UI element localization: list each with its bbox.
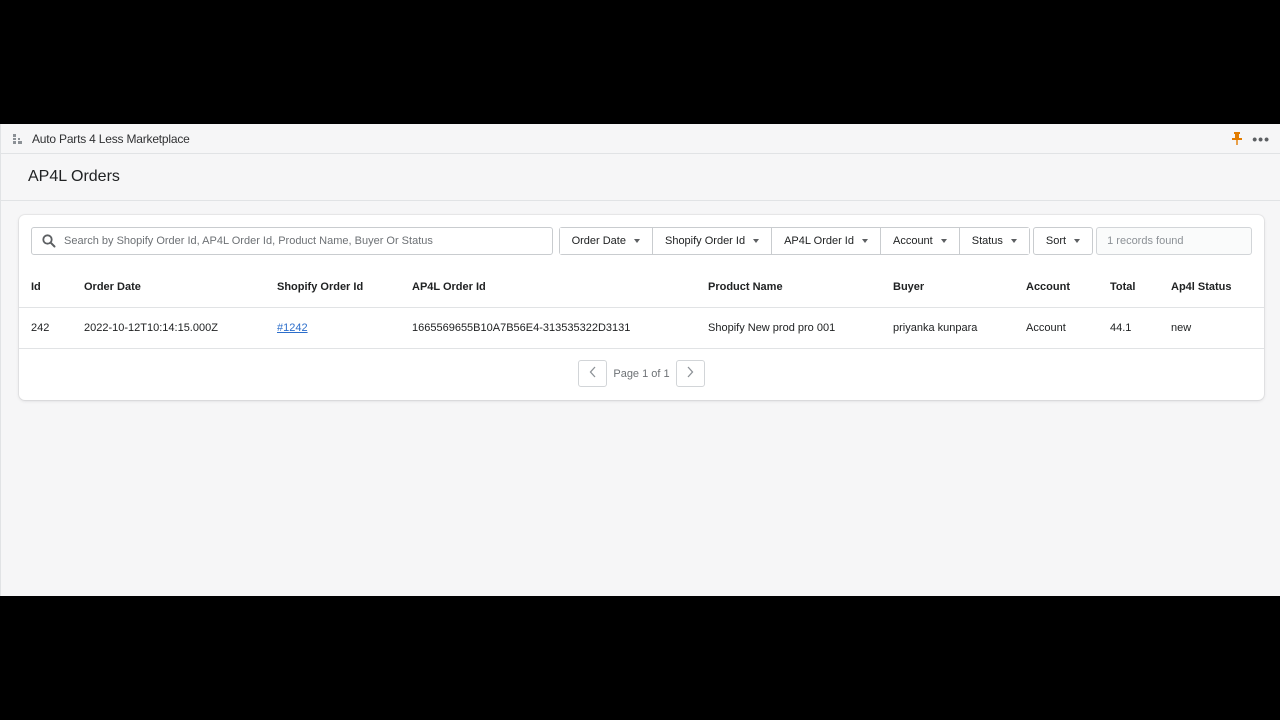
filter-bar: Order Date Shopify Order Id AP4L Order I… (31, 227, 1252, 255)
caret-down-icon (861, 239, 868, 243)
table-row: 242 2022-10-12T10:14:15.000Z #1242 16655… (19, 307, 1264, 349)
button-label: Sort (1045, 235, 1067, 247)
column-header-ap4l-status: Ap4l Status (1171, 267, 1264, 308)
column-header-shopify-order-id: Shopify Order Id (277, 267, 412, 308)
cell-total: 44.1 (1110, 307, 1171, 349)
caret-down-icon (633, 239, 640, 243)
cell-shopify-order-id: #1242 (277, 307, 412, 349)
button-label: Status (971, 235, 1003, 247)
page-header: AP4L Orders (1, 154, 1280, 201)
sort-button[interactable]: Sort (1032, 227, 1094, 255)
filter-button-group: Order Date Shopify Order Id AP4L Order I… (558, 227, 1030, 255)
column-header-ap4l-order-id: AP4L Order Id (412, 267, 708, 308)
records-found: 1 records found (1096, 227, 1252, 255)
orders-card: Order Date Shopify Order Id AP4L Order I… (19, 215, 1264, 400)
column-header-product-name: Product Name (708, 267, 893, 308)
next-page-button[interactable] (675, 360, 705, 387)
table-header-row: Id Order Date Shopify Order Id AP4L Orde… (19, 267, 1264, 308)
cell-product-name: Shopify New prod pro 001 (708, 307, 893, 349)
cell-buyer: priyanka kunpara (893, 307, 1026, 349)
button-label: AP4L Order Id (784, 235, 854, 247)
chevron-left-icon (589, 365, 597, 383)
app-title: Auto Parts 4 Less Marketplace (32, 131, 190, 146)
search-field[interactable] (31, 227, 553, 255)
caret-down-icon (1010, 239, 1017, 243)
page-indicator: Page 1 of 1 (613, 367, 670, 380)
column-header-id: Id (19, 267, 84, 308)
cell-ap4l-order-id: 1665569655B10A7B56E4-313535322D3131 (412, 307, 708, 349)
filter-order-date-button[interactable]: Order Date (559, 228, 653, 254)
caret-down-icon (940, 239, 947, 243)
column-header-order-date: Order Date (84, 267, 277, 308)
button-label: Order Date (571, 235, 626, 247)
column-header-total: Total (1110, 267, 1171, 308)
cell-id: 242 (19, 307, 84, 349)
chevron-right-icon (686, 365, 694, 383)
filter-account-button[interactable]: Account (880, 228, 960, 254)
filter-shopify-order-id-button[interactable]: Shopify Order Id (652, 228, 773, 254)
search-input[interactable] (64, 235, 544, 247)
page-title: AP4L Orders (28, 168, 120, 185)
app-window: Auto Parts 4 Less Marketplace ••• AP4L O… (0, 124, 1280, 596)
caret-down-icon (1074, 239, 1081, 243)
cell-ap4l-status: new (1171, 307, 1264, 349)
button-label: Account (892, 235, 933, 247)
app-topbar: Auto Parts 4 Less Marketplace ••• (1, 124, 1280, 154)
cell-order-date: 2022-10-12T10:14:15.000Z (84, 307, 277, 349)
pagination: Page 1 of 1 (19, 360, 1264, 387)
column-header-buyer: Buyer (893, 267, 1026, 308)
previous-page-button[interactable] (578, 360, 608, 387)
shopify-order-link[interactable]: #1242 (277, 322, 308, 334)
button-label: Shopify Order Id (664, 235, 746, 247)
cell-account: Account (1026, 307, 1110, 349)
column-header-account: Account (1026, 267, 1110, 308)
filter-status-button[interactable]: Status (959, 228, 1029, 254)
caret-down-icon (753, 239, 760, 243)
search-icon (42, 234, 56, 248)
app-grid-icon (13, 133, 23, 144)
filter-ap4l-order-id-button[interactable]: AP4L Order Id (772, 228, 881, 254)
more-horizontal-icon[interactable]: ••• (1252, 132, 1270, 146)
orders-table: Id Order Date Shopify Order Id AP4L Orde… (19, 267, 1264, 349)
pin-icon[interactable] (1232, 132, 1243, 146)
